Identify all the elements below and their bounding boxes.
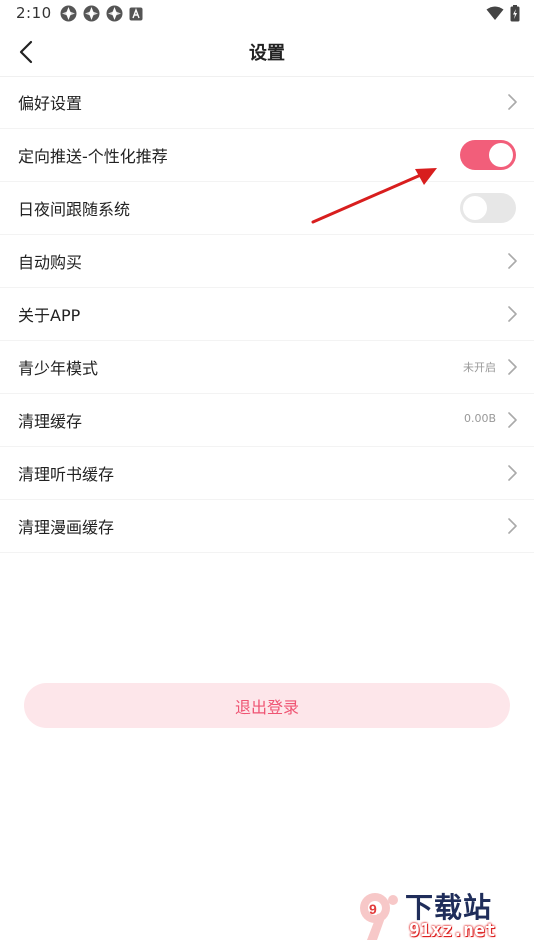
setting-label: 清理听书缓存 bbox=[18, 465, 115, 484]
setting-row-clear-cache[interactable]: 清理缓存 0.00B bbox=[0, 394, 534, 447]
setting-label: 定向推送-个性化推荐 bbox=[18, 147, 168, 166]
setting-label: 日夜间跟随系统 bbox=[18, 200, 131, 219]
chevron-right-icon bbox=[508, 94, 517, 110]
header: 设置 bbox=[0, 28, 534, 77]
setting-row-clear-comic-cache[interactable]: 清理漫画缓存 bbox=[0, 500, 534, 553]
annotation-arrow-icon bbox=[311, 168, 437, 224]
chevron-right-icon bbox=[508, 253, 517, 269]
settings-list: 偏好设置 定向推送-个性化推荐 日夜间跟随系统 自动购买 关于APP 青少年模式… bbox=[0, 76, 534, 553]
chevron-right-icon bbox=[508, 518, 517, 534]
setting-row-auto-purchase[interactable]: 自动购买 bbox=[0, 235, 534, 288]
font-a-icon bbox=[129, 7, 143, 21]
cache-size: 0.00B bbox=[463, 412, 496, 425]
setting-row-teen-mode[interactable]: 青少年模式 未开启 bbox=[0, 341, 534, 394]
notification-icons bbox=[60, 5, 143, 22]
app-notification-icon bbox=[83, 5, 100, 22]
chevron-right-icon bbox=[508, 412, 517, 428]
logout-button[interactable]: 退出登录 bbox=[24, 683, 510, 728]
chevron-right-icon bbox=[508, 359, 517, 375]
wifi-icon bbox=[486, 6, 504, 25]
setting-row-follow-system-theme: 日夜间跟随系统 bbox=[0, 182, 534, 235]
personalized-push-toggle[interactable] bbox=[460, 140, 516, 170]
system-icons bbox=[486, 5, 520, 26]
setting-label: 自动购买 bbox=[18, 253, 83, 272]
setting-label: 青少年模式 bbox=[18, 359, 99, 378]
setting-label: 清理漫画缓存 bbox=[18, 518, 115, 537]
chevron-right-icon bbox=[508, 306, 517, 322]
toggle-knob bbox=[489, 143, 513, 167]
setting-row-preferences[interactable]: 偏好设置 bbox=[0, 76, 534, 129]
setting-label: 关于APP bbox=[18, 306, 81, 325]
app-notification-icon bbox=[106, 5, 123, 22]
chevron-right-icon bbox=[508, 465, 517, 481]
toggle-knob bbox=[463, 196, 487, 220]
status-time: 2:10 bbox=[16, 4, 52, 22]
watermark-url: 91xz.net bbox=[409, 920, 496, 941]
setting-label: 清理缓存 bbox=[18, 412, 83, 431]
watermark-logo-text: 9 bbox=[369, 901, 377, 917]
follow-system-theme-toggle[interactable] bbox=[460, 193, 516, 223]
setting-label: 偏好设置 bbox=[18, 94, 83, 113]
setting-row-about-app[interactable]: 关于APP bbox=[0, 288, 534, 341]
teen-mode-status: 未开启 bbox=[463, 361, 496, 374]
watermark: 9 下载站 91xz.net bbox=[353, 886, 528, 946]
logout-label: 退出登录 bbox=[234, 697, 299, 717]
watermark-logo-icon: 9 bbox=[360, 893, 398, 940]
page-title: 设置 bbox=[249, 43, 285, 64]
app-notification-icon bbox=[60, 5, 77, 22]
setting-row-clear-audiobook-cache[interactable]: 清理听书缓存 bbox=[0, 447, 534, 500]
battery-charging-icon bbox=[510, 5, 520, 26]
setting-row-personalized-push: 定向推送-个性化推荐 bbox=[0, 129, 534, 182]
status-bar: 2:10 bbox=[0, 0, 534, 28]
